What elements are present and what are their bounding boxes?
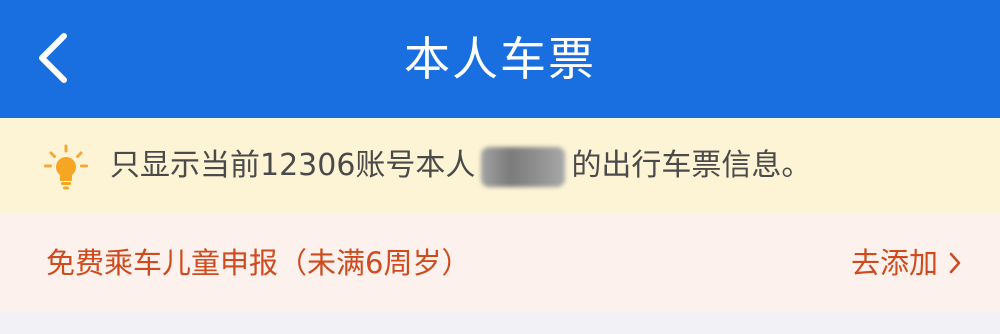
- notice-banner: 只显示当前12306账号本人 的出行车票信息。: [0, 118, 1000, 214]
- lightbulb-icon: [44, 144, 88, 190]
- notice-text: 只显示当前12306账号本人 的出行车票信息。: [110, 118, 811, 214]
- chevron-right-icon: [949, 252, 961, 274]
- redacted-name: [481, 146, 566, 187]
- page-title: 本人车票: [404, 32, 596, 86]
- header-bar: 本人车票: [0, 0, 1000, 118]
- child-declaration-label: 免费乘车儿童申报（未满6周岁）: [46, 246, 471, 280]
- child-declaration-row[interactable]: 免费乘车儿童申报（未满6周岁） 去添加: [0, 214, 1000, 312]
- notice-text-after: 的出行车票信息。: [571, 148, 812, 183]
- add-child-link[interactable]: 去添加: [851, 214, 938, 312]
- notice-text-before: 只显示当前12306账号本人: [110, 148, 476, 183]
- content-background: [0, 312, 1000, 334]
